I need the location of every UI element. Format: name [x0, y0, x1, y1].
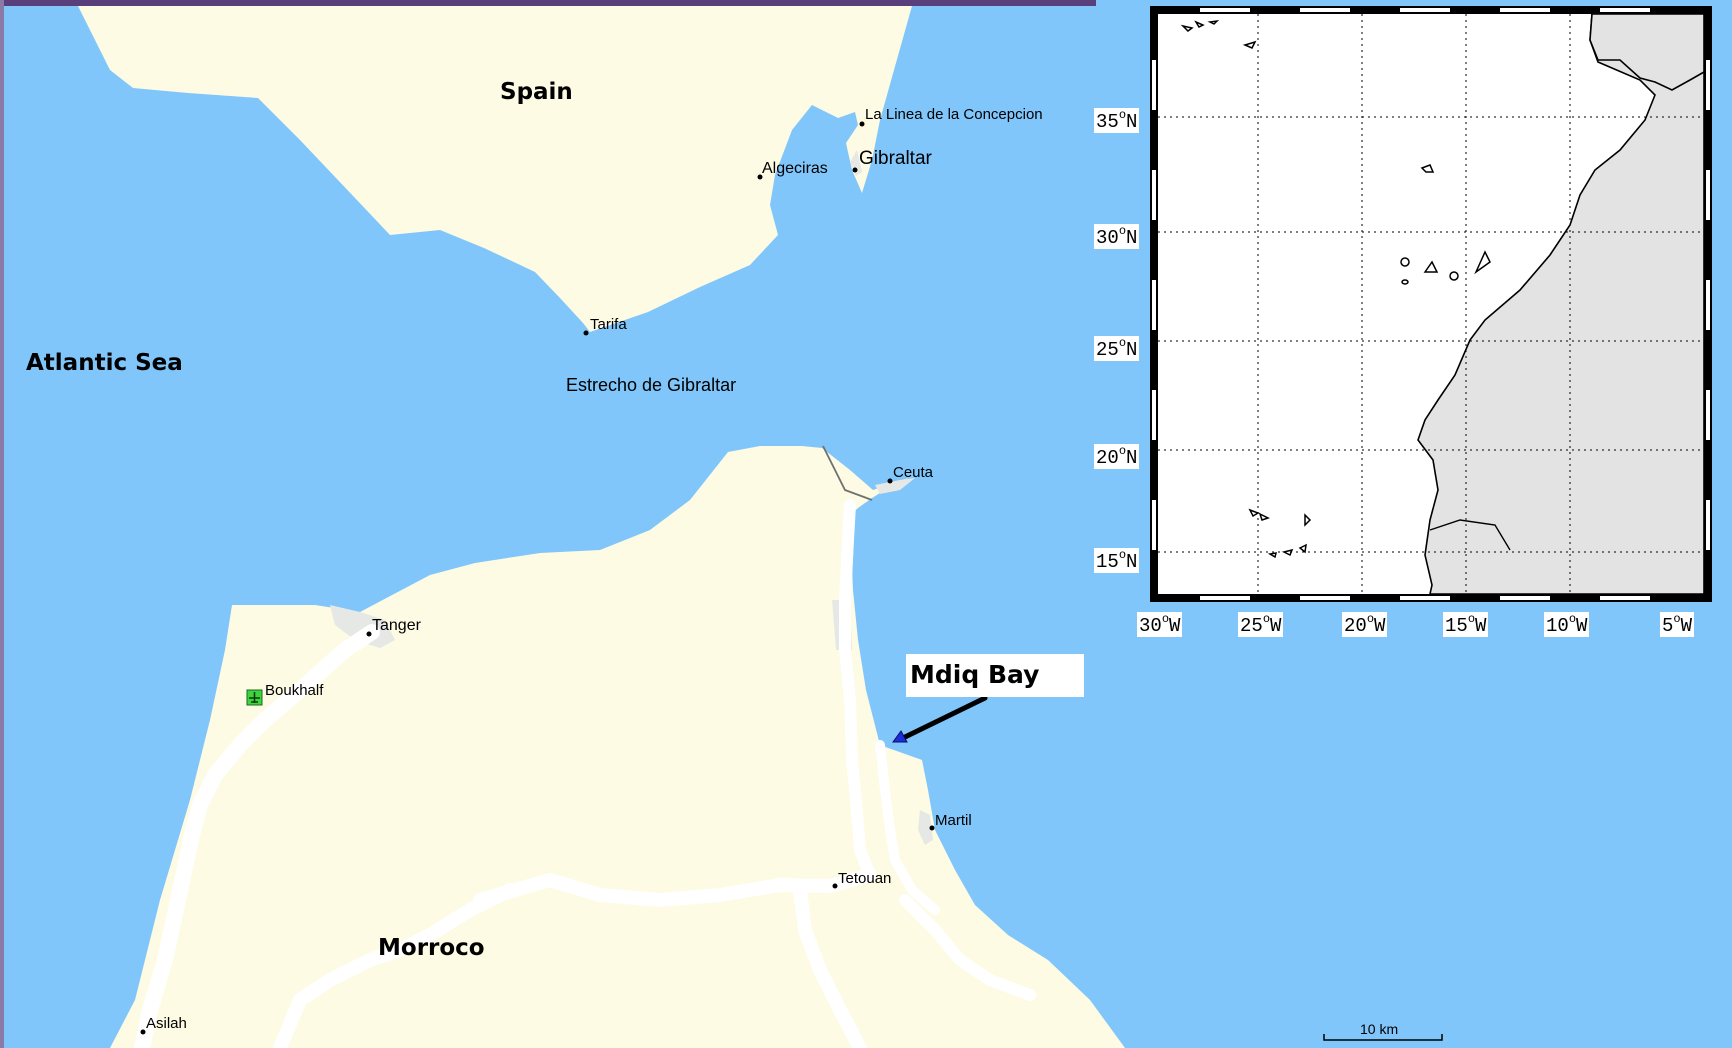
inset-lon-label-5: 5oW — [1660, 612, 1695, 637]
ceuta-dot — [887, 478, 893, 484]
sea-label: Atlantic Sea — [26, 350, 183, 376]
place-label-asilah: Asilah — [146, 1015, 187, 1032]
inset-lat-label-15: 15oN — [1094, 548, 1140, 573]
tetouan-dot — [832, 883, 838, 889]
inset-lat-label-30: 30oN — [1094, 224, 1140, 249]
asilah-dot — [140, 1029, 146, 1035]
place-label-la-linea: La Linea de la Concepcion — [865, 106, 1043, 123]
inset-lon-label-15: 15oW — [1443, 612, 1489, 637]
martil-dot — [929, 825, 935, 831]
inset-lat-label-25: 25oN — [1094, 336, 1140, 361]
country-label-morocco: Morroco — [378, 935, 485, 961]
callout-arrow-line — [902, 695, 988, 740]
morocco-land — [110, 446, 1125, 1048]
scale-bar-label: 10 km — [1360, 1021, 1399, 1037]
place-label-ceuta: Ceuta — [893, 464, 934, 481]
country-label-spain: Spain — [500, 79, 573, 105]
place-label-tarifa: Tarifa — [590, 316, 627, 333]
place-label-gibraltar: Gibraltar — [859, 148, 932, 169]
inset-lat-label-35: 35oN — [1094, 108, 1140, 133]
gibraltar-dot — [852, 167, 858, 173]
la-linea-dot — [859, 121, 865, 127]
tanger-dot — [366, 631, 372, 637]
inset-lon-label-30: 30oW — [1137, 612, 1183, 637]
inset-map — [1096, 0, 1732, 640]
place-label-martil: Martil — [935, 812, 972, 829]
strait-label: Estrecho de Gibraltar — [566, 375, 737, 395]
place-label-tetouan: Tetouan — [838, 870, 892, 887]
inset-lat-label-20: 20oN — [1094, 444, 1140, 469]
place-label-tanger: Tanger — [372, 617, 421, 634]
left-border — [0, 0, 4, 1048]
airport-icon — [246, 689, 263, 706]
place-label-algeciras: Algeciras — [762, 160, 828, 177]
callout-label: Mdiq Bay — [910, 660, 1040, 689]
inset-lon-label-10: 10oW — [1544, 612, 1590, 637]
place-label-boukhalf: Boukhalf — [265, 682, 324, 699]
inset-lon-label-25: 25oW — [1238, 612, 1284, 637]
tarifa-dot — [583, 330, 589, 336]
callout-box: Mdiq Bay — [906, 654, 1084, 697]
map-view: Spain Morroco Atlantic Sea Estrecho de G… — [0, 0, 1732, 1048]
inset-lon-label-20: 20oW — [1342, 612, 1388, 637]
